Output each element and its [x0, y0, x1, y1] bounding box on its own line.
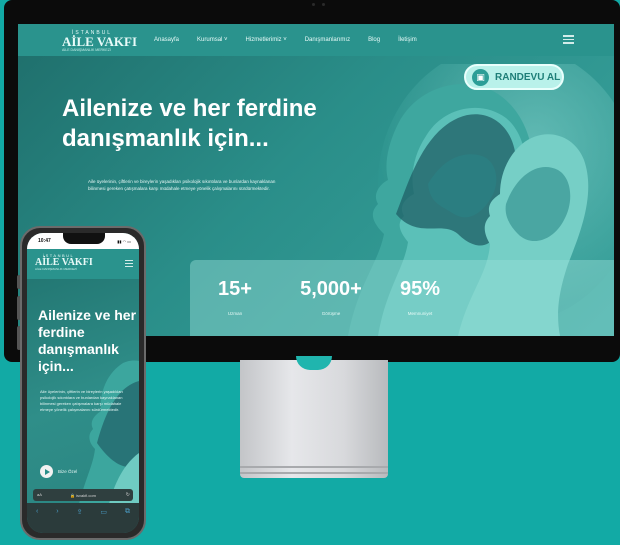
- stat-label: Uzman: [227, 311, 243, 316]
- stat-memnuniyet: 95% Memnuniyet: [390, 278, 450, 316]
- phone: 10:47 ▮▮ ◠ ▭ İSTANBUL AİLE VAKFI AİLE DA…: [20, 226, 146, 540]
- nav-kurumsal[interactable]: Kurumsal ˅: [197, 37, 228, 43]
- phone-hero-title: Ailenize ve her ferdine danışmanlık için…: [38, 307, 137, 374]
- navbar: İSTANBUL AİLE VAKFI AİLE DANIŞMANLIK MER…: [18, 24, 614, 56]
- stat-value: 95%: [399, 278, 441, 300]
- phone-navbar: İSTANBUL AİLE VAKFI AİLE DANIŞMANLIK MER…: [27, 249, 139, 279]
- browser-toolbar: ‹ › ⇪ ▭ ⧉: [27, 503, 139, 533]
- phone-hamburger-menu-icon[interactable]: [125, 260, 133, 267]
- status-time: 10:47: [38, 238, 51, 244]
- play-icon: [40, 465, 53, 478]
- browser-url-bar[interactable]: 🔒 isvakfi.com: [33, 489, 133, 501]
- main-nav: Anasayfa Kurumsal ˅ Hizmetlerimiz ˅ Danı…: [154, 37, 417, 43]
- hero-title: Ailenize ve her ferdine danışmanlık için…: [62, 95, 317, 152]
- site-logo[interactable]: İSTANBUL AİLE VAKFI AİLE DANIŞMANLIK MER…: [62, 30, 137, 52]
- logo-line2: AİLE VAKFI: [35, 257, 93, 268]
- nav-blog[interactable]: Blog: [368, 37, 380, 43]
- back-icon[interactable]: ‹: [36, 508, 38, 515]
- stat-value: 15+: [218, 278, 252, 300]
- phone-notch: [63, 233, 105, 244]
- tabs-icon[interactable]: ⧉: [125, 508, 130, 516]
- phone-status-bar: 10:47 ▮▮ ◠ ▭: [27, 233, 139, 249]
- nav-iletisim[interactable]: İletişim: [398, 37, 417, 43]
- stats-panel: 15+ Uzman 5,000+ Görüşme 95% Memnuniyet: [190, 260, 614, 336]
- camera-dot: [322, 3, 325, 6]
- phone-hero-text: Aile üyelerinin, çiftlerin ve bireylerin…: [40, 389, 123, 412]
- hamburger-menu-icon[interactable]: [563, 35, 574, 44]
- text-size-button[interactable]: aA: [37, 492, 42, 497]
- video-play-button[interactable]: Bize Özel: [40, 465, 77, 478]
- url-text: 🔒 isvakfi.com: [70, 492, 96, 498]
- stat-value: 5,000+: [300, 278, 362, 300]
- nav-hizmetlerimiz[interactable]: Hizmetlerimiz ˅: [246, 37, 287, 43]
- share-icon[interactable]: ⇪: [77, 508, 83, 516]
- phone-screen: 10:47 ▮▮ ◠ ▭ İSTANBUL AİLE VAKFI AİLE DA…: [27, 233, 139, 533]
- video-label: Bize Özel: [58, 469, 78, 474]
- stat-gorusme: 5,000+ Görüşme: [286, 278, 376, 316]
- hero-text: Aile üyelerinin, çiftlerin ve bireylerin…: [88, 179, 276, 191]
- bookmarks-icon[interactable]: ▭: [100, 508, 107, 516]
- signal-battery-icon: ▮▮ ◠ ▭: [117, 239, 131, 244]
- stat-label: Görüşme: [321, 311, 341, 316]
- randevu-al-button[interactable]: ▣ RANDEVU AL: [464, 64, 564, 90]
- camera-dot: [312, 3, 315, 6]
- monitor-stand: [240, 360, 388, 478]
- phone-site-logo[interactable]: İSTANBUL AİLE VAKFI AİLE DANIŞMANLIK MER…: [35, 253, 93, 271]
- nav-anasayfa[interactable]: Anasayfa: [154, 37, 179, 43]
- logo-line2: AİLE VAKFI: [62, 34, 138, 49]
- stat-uzman: 15+ Uzman: [210, 278, 260, 316]
- nav-danismanlarimiz[interactable]: Danışmanlarımız: [305, 37, 350, 43]
- reload-icon[interactable]: ↻: [126, 492, 130, 498]
- randevu-label: RANDEVU AL: [495, 71, 561, 83]
- stat-label: Memnuniyet: [407, 311, 433, 316]
- forward-icon[interactable]: ›: [56, 508, 58, 515]
- calendar-icon: ▣: [472, 68, 489, 86]
